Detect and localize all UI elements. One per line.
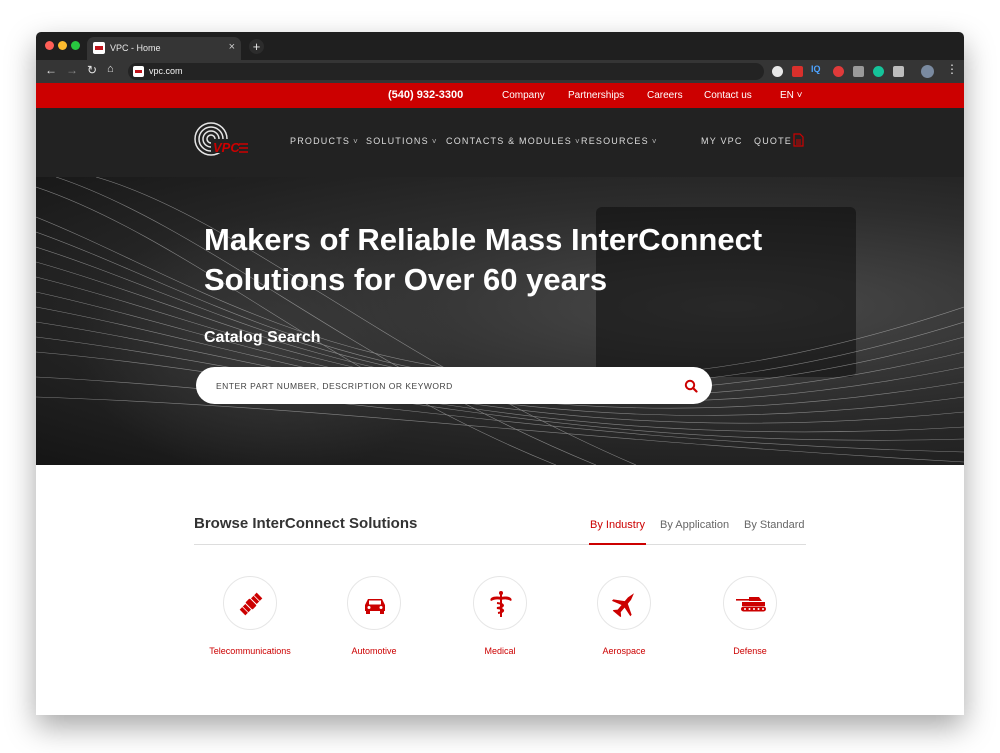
tab-by-standard[interactable]: By Standard [744,519,805,531]
chevron-down-icon: ˅ [574,137,581,146]
quote-link[interactable]: QUOTE [754,136,792,146]
nav-solutions[interactable]: SOLUTIONS ˅ [366,136,438,146]
hero-banner: Makers of Reliable Mass InterConnect Sol… [36,177,964,465]
industry-icon-circle [223,576,277,630]
caduceus-icon [490,591,512,617]
industry-label: Aerospace [602,646,646,656]
nav-products[interactable]: PRODUCTS ˅ [290,136,359,146]
extension-icon[interactable] [792,66,803,77]
industry-telecommunications[interactable]: Telecommunications [190,576,310,656]
satellite-icon [239,592,263,616]
home-icon[interactable]: ⌂ [107,63,114,75]
browse-section-title: Browse InterConnect Solutions [194,515,418,532]
catalog-search-box [196,367,712,404]
tank-icon [736,597,766,612]
industry-defense[interactable]: Defense [690,576,810,656]
chevron-down-icon: ˅ [431,137,438,146]
main-navigation: VPC PRODUCTS ˅ SOLUTIONS ˅ CONTACTS & MODU… [36,108,964,177]
my-vpc-link[interactable]: MY VPC [701,136,743,146]
company-link[interactable]: Company [502,90,545,101]
utility-bar: (540) 932-3300 Company Partnerships Care… [36,83,964,108]
reload-icon[interactable]: ↻ [87,63,97,77]
minimize-window-button[interactable] [58,41,67,50]
browser-toolbar: ← → ↻ ⌂ vpc.com IQ ⋮ [36,60,964,83]
tab-close-icon[interactable]: × [229,41,235,53]
tab-divider [194,544,806,545]
catalog-search-label: Catalog Search [204,329,321,346]
industry-icon-circle [723,576,777,630]
industry-icon-circle [347,576,401,630]
language-selector[interactable]: EN ˅ [780,90,803,101]
extension-icon[interactable] [853,66,864,77]
industry-icon-circle [473,576,527,630]
new-tab-button[interactable]: + [249,39,264,54]
tab-by-application[interactable]: By Application [660,519,729,531]
industry-automotive[interactable]: Automotive [314,576,434,656]
active-tab-indicator [589,543,646,545]
industry-icon-circle [597,576,651,630]
contact-us-link[interactable]: Contact us [704,90,752,101]
industry-medical[interactable]: Medical [440,576,560,656]
url-text: vpc.com [149,66,183,76]
grammarly-icon[interactable] [873,66,884,77]
browser-window: VPC - Home × + ← → ↻ ⌂ vpc.com IQ ⋮ (540… [36,32,964,715]
hero-headline: Makers of Reliable Mass InterConnect Sol… [204,222,763,297]
careers-link[interactable]: Careers [647,90,683,101]
close-window-button[interactable] [45,41,54,50]
nav-resources[interactable]: RESOURCES ˅ [581,136,658,146]
catalog-search-input[interactable] [216,378,656,394]
profile-avatar[interactable] [921,65,934,78]
maximize-window-button[interactable] [71,41,80,50]
industry-aerospace[interactable]: Aerospace [564,576,684,656]
nav-contacts-modules[interactable]: CONTACTS & MODULES ˅ [446,136,581,146]
forward-icon[interactable]: → [66,63,78,77]
vpc-logo[interactable]: VPC [193,122,249,160]
extension-icon[interactable] [833,66,844,77]
extension-icon[interactable]: IQ [811,64,825,75]
jet-icon [611,593,634,618]
tab-title: VPC - Home [110,43,161,53]
extension-icon[interactable] [772,66,783,77]
industry-label: Medical [484,646,516,656]
car-icon [365,599,385,614]
back-icon[interactable]: ← [45,63,57,77]
browser-tab[interactable]: VPC - Home × [87,37,241,60]
industry-label: Telecommunications [209,646,291,656]
chevron-down-icon: ˅ [353,137,359,146]
address-bar[interactable]: vpc.com [128,63,764,80]
menu-kebab-icon[interactable]: ⋮ [946,62,958,76]
tab-strip: VPC - Home × + [36,32,964,60]
search-icon[interactable] [684,379,698,393]
document-icon[interactable] [793,133,804,147]
chevron-down-icon: ˅ [651,137,658,146]
favicon-icon [93,42,105,54]
phone-number[interactable]: (540) 932-3300 [388,89,463,101]
camera-icon[interactable] [893,66,904,77]
industry-label: Automotive [351,646,397,656]
tab-by-industry[interactable]: By Industry [590,519,645,531]
industry-label: Defense [733,646,767,656]
site-favicon-icon [133,66,144,77]
svg-text:VPC: VPC [213,140,240,155]
partnerships-link[interactable]: Partnerships [568,90,624,101]
